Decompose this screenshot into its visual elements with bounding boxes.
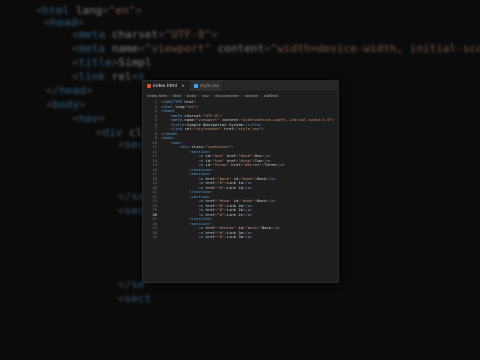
code-editor-window: index.html × style.css index.html › html › bod… bbox=[142, 80, 339, 283]
line-number: 31 bbox=[152, 234, 157, 239]
chevron-right-icon: › bbox=[260, 93, 262, 98]
chevron-right-icon: › bbox=[198, 93, 200, 98]
code-area[interactable]: 1 <!DOCTYPE html> 2 <html lang="en"> 3 <head>… bbox=[143, 99, 338, 240]
close-icon[interactable]: × bbox=[181, 84, 185, 89]
chevron-right-icon: › bbox=[183, 93, 185, 98]
chevron-right-icon: › bbox=[210, 93, 213, 98]
background-code-line: <meta name="viewport" content="width=dev… bbox=[72, 42, 480, 55]
breadcrumb-item[interactable]: index.html bbox=[147, 93, 167, 98]
breadcrumb-item[interactable]: body bbox=[187, 93, 196, 98]
background-code-line: </se bbox=[118, 278, 145, 291]
editor-tab-bar: index.html × style.css bbox=[143, 81, 338, 92]
tab-label: index.html bbox=[153, 83, 177, 89]
background-code-line: <title>Simpl bbox=[72, 56, 152, 69]
breadcrumb-item[interactable]: section bbox=[245, 93, 259, 98]
background-code-line: <sect bbox=[118, 292, 152, 305]
breadcrumb-item[interactable]: html bbox=[173, 93, 182, 98]
breadcrumb-item[interactable]: div.container bbox=[214, 93, 239, 98]
breadcrumb-item[interactable]: a#Next bbox=[264, 93, 278, 98]
chevron-right-icon: › bbox=[169, 93, 171, 98]
code-text: <a href="#">Link 3b</a> bbox=[198, 234, 253, 239]
tab-index-html[interactable]: index.html × bbox=[143, 81, 190, 91]
tab-style-css[interactable]: style.css bbox=[189, 81, 225, 91]
chevron-right-icon: › bbox=[241, 93, 243, 98]
background-code-line: </se bbox=[118, 190, 145, 203]
file-type-icon bbox=[147, 84, 151, 88]
file-type-icon bbox=[193, 84, 198, 88]
background-code-line: </head> bbox=[46, 84, 93, 97]
code-line[interactable]: 31 <a href="#">Link 3b</a> bbox=[143, 234, 338, 240]
background-code-line: <body> bbox=[46, 98, 86, 111]
background-code-line: <meta charset="UTF-8"> bbox=[72, 28, 218, 41]
breadcrumb: index.html › html › body › nav › div.container › s… bbox=[143, 92, 338, 99]
tab-label: style.css bbox=[199, 83, 220, 89]
background-code-line: <link rel=s bbox=[72, 70, 145, 83]
background-code-line: <nav> bbox=[72, 112, 106, 125]
breadcrumb-item[interactable]: nav bbox=[202, 93, 209, 98]
